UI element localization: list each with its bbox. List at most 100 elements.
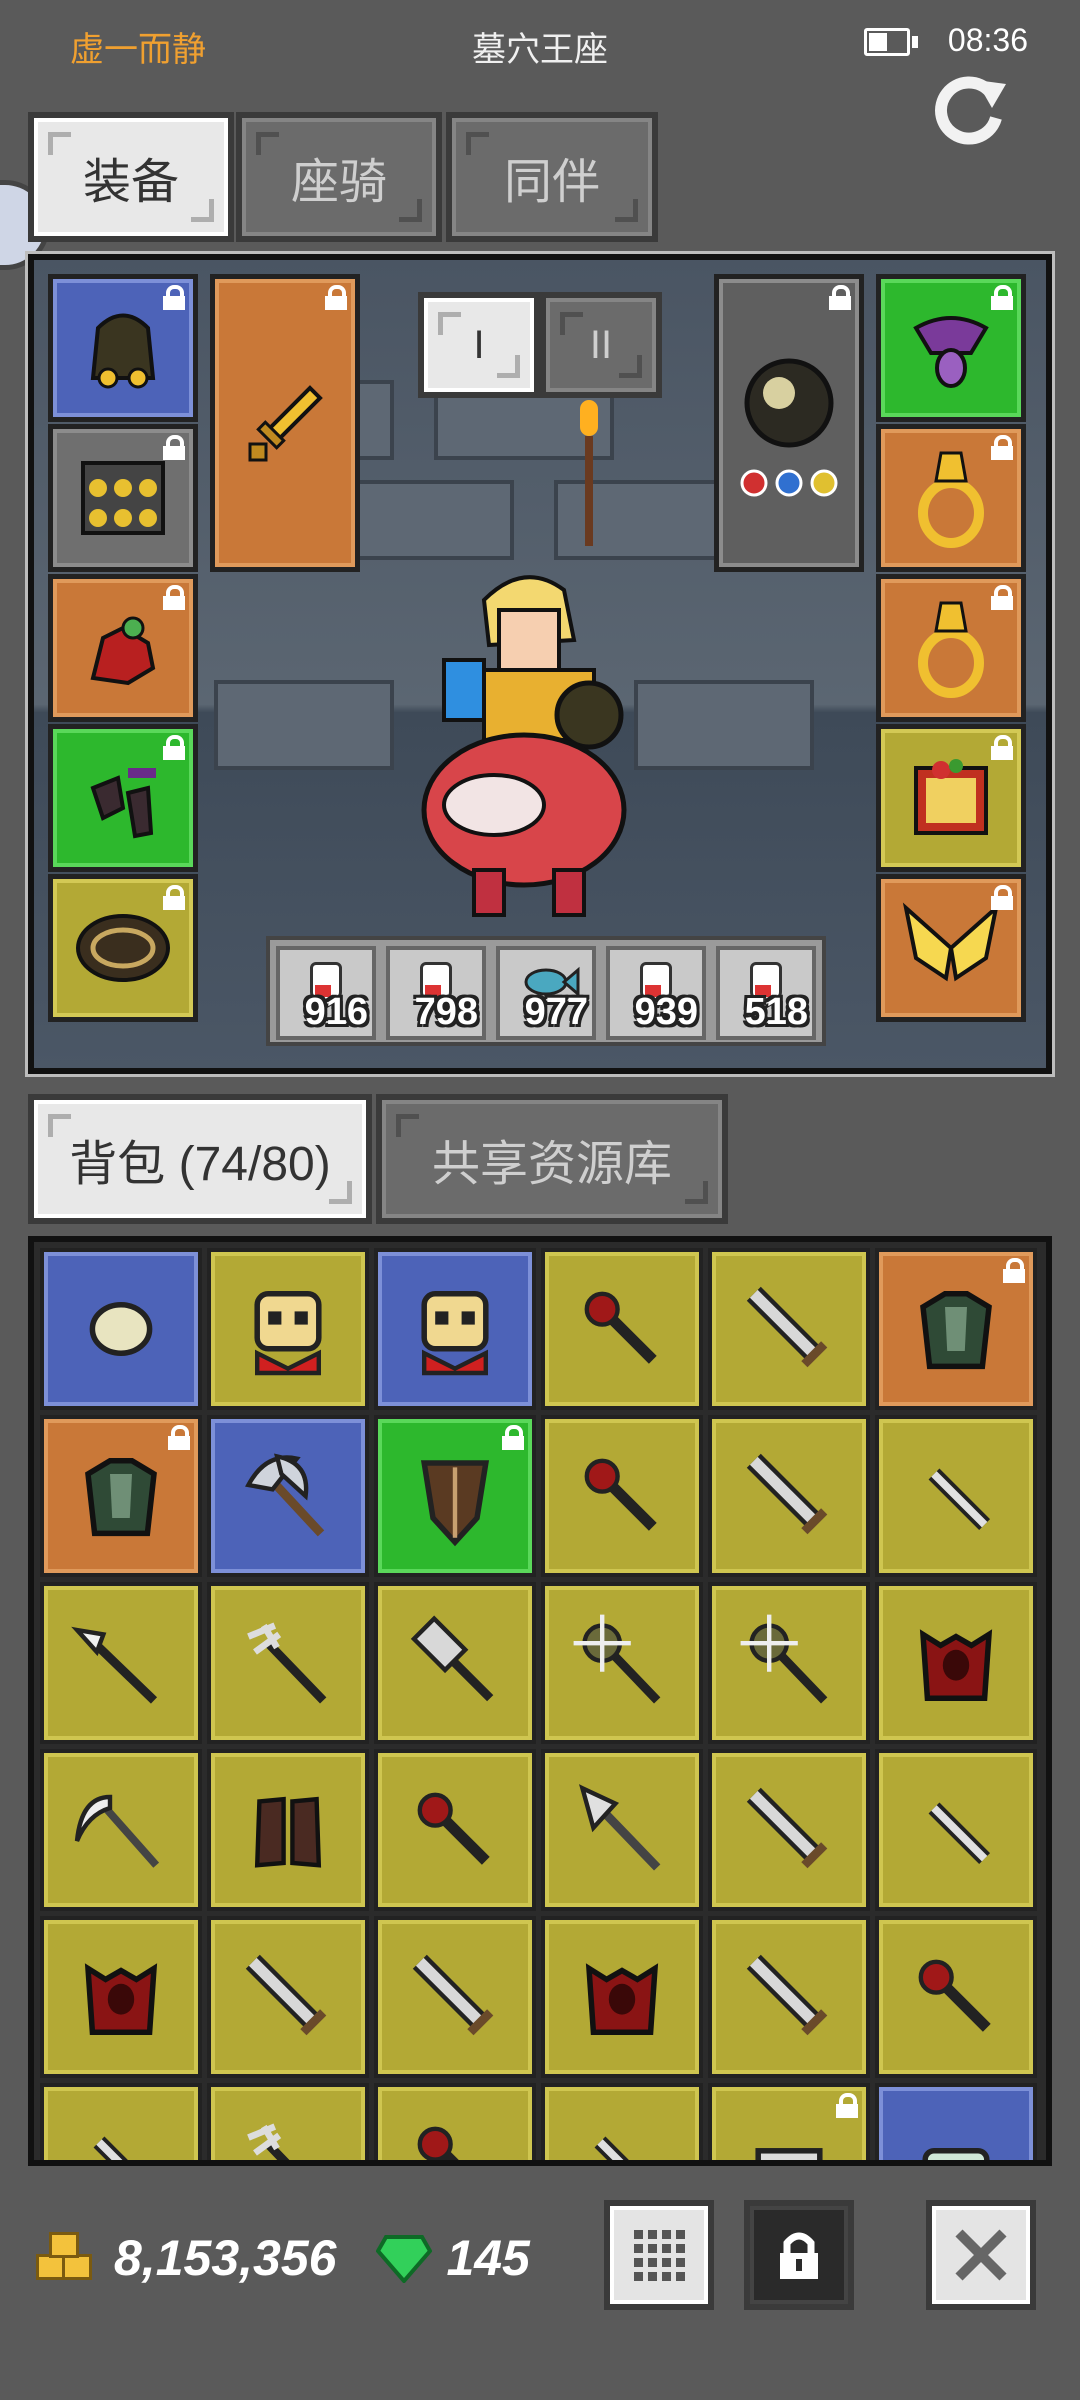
quick-slot-1[interactable]: 916 (276, 946, 376, 1040)
equip-slot-wings[interactable] (876, 874, 1026, 1022)
equipment-scene: I II 916 798 977 939 518 (25, 251, 1055, 1077)
inventory-slot[interactable] (207, 1248, 369, 1410)
equip-slot-ring-2[interactable] (876, 574, 1026, 722)
inventory-slot[interactable] (374, 1582, 536, 1744)
equip-slot-amulet[interactable] (876, 274, 1026, 422)
tab-companion-label: 同伴 (503, 156, 600, 209)
armor-icon (85, 1458, 157, 1537)
book-icon (914, 759, 988, 835)
inventory-slot[interactable] (374, 1248, 536, 1410)
shield-icon (420, 1460, 490, 1547)
knife-icon (928, 1468, 991, 1531)
tab-shared-storage[interactable]: 共享资源库 (376, 1094, 728, 1224)
equip-slot-armor[interactable] (48, 424, 198, 572)
inventory-slot[interactable] (207, 1916, 369, 2078)
inventory-slot[interactable] (875, 1582, 1037, 1744)
clock: 08:36 (947, 22, 1028, 58)
inventory-slot[interactable] (40, 2083, 202, 2160)
boots-icon (90, 768, 156, 839)
battery-icon (864, 28, 910, 56)
equip-slot-belt[interactable] (48, 874, 198, 1022)
inventory-slot[interactable] (374, 2083, 536, 2160)
quick-slot-5[interactable]: 518 (716, 946, 816, 1040)
lock-icon (163, 435, 185, 460)
skull-icon (421, 1291, 489, 1376)
hood-icon (90, 313, 156, 389)
lock-icon (991, 435, 1013, 460)
equip-slot-off-hand[interactable] (714, 274, 864, 572)
brick (214, 680, 394, 770)
equip-slot-book[interactable] (876, 724, 1026, 872)
sword-icon (746, 1787, 828, 1869)
inventory-slot[interactable] (708, 2083, 870, 2160)
grid-icon (633, 2229, 685, 2281)
refresh-icon[interactable] (930, 70, 1010, 150)
inventory-slot[interactable] (875, 1916, 1037, 2078)
gem-icon (375, 2233, 433, 2285)
currency-bar: 8,153,356 145 (36, 2218, 530, 2298)
hammer-icon (410, 1615, 494, 1702)
equip-slot-ring-1[interactable] (876, 424, 1026, 572)
sword-icon (412, 1954, 494, 2036)
close-button[interactable] (926, 2200, 1036, 2310)
quick-slot-4[interactable]: 939 (606, 946, 706, 1040)
morningstar-icon (573, 1614, 661, 1704)
sort-grid-button[interactable] (604, 2200, 714, 2310)
orb-icon (740, 358, 838, 497)
inventory-slot[interactable] (207, 1415, 369, 1577)
inventory-slot[interactable] (374, 1916, 536, 2078)
lock-icon (168, 1425, 190, 1450)
weapon-set-2-label: II (589, 322, 613, 367)
inventory-slot[interactable] (374, 1415, 536, 1577)
inventory-slot[interactable] (207, 1582, 369, 1744)
inventory-slot[interactable] (40, 1415, 202, 1577)
inventory-slot[interactable] (374, 1749, 536, 1911)
stone-icon (89, 1302, 153, 1356)
lock-icon (829, 285, 851, 310)
inventory-slot[interactable] (875, 1415, 1037, 1577)
inventory-slot[interactable] (708, 1582, 870, 1744)
lock-icon (991, 885, 1013, 910)
lock-icon (1003, 1258, 1025, 1283)
inventory-slot[interactable] (875, 1749, 1037, 1911)
inventory-slot[interactable] (541, 1415, 703, 1577)
tab-companion[interactable]: 同伴 (446, 112, 658, 242)
weapon-set-2-button[interactable]: II (540, 292, 662, 398)
lock-icon (163, 285, 185, 310)
equip-slot-main-hand[interactable] (210, 274, 360, 572)
demon-armor-icon (585, 1963, 659, 2035)
inventory-slot[interactable] (708, 1916, 870, 2078)
equip-slot-gloves[interactable] (48, 574, 198, 722)
inventory-slot[interactable] (541, 1916, 703, 2078)
inventory-slot[interactable] (541, 1582, 703, 1744)
inventory-slot[interactable] (40, 1749, 202, 1911)
inventory-slot[interactable] (40, 1582, 202, 1744)
inventory-slot[interactable] (708, 1248, 870, 1410)
inventory-slot[interactable] (708, 1415, 870, 1577)
inventory-slot[interactable] (875, 1248, 1037, 1410)
weapon-set-1-button[interactable]: I (418, 292, 540, 398)
inventory-slot[interactable] (207, 2083, 369, 2160)
inventory-slot[interactable] (40, 1248, 202, 1410)
equip-slot-helmet[interactable] (48, 274, 198, 422)
sword-icon (245, 1954, 327, 2036)
axe-icon (245, 1453, 325, 1537)
equip-slot-boots[interactable] (48, 724, 198, 872)
tab-equipment[interactable]: 装备 (28, 112, 234, 242)
quick-slot-2[interactable]: 798 (386, 946, 486, 1040)
inventory-slot[interactable] (875, 2083, 1037, 2160)
inventory-slot[interactable] (708, 1749, 870, 1911)
inventory-slot[interactable] (40, 1916, 202, 2078)
lock-icon (991, 585, 1013, 610)
boots-icon (254, 1796, 322, 1868)
quick-slot-3[interactable]: 977 (496, 946, 596, 1040)
lock-toggle-button[interactable] (744, 2200, 854, 2310)
inventory-slot[interactable] (541, 1749, 703, 1911)
inventory-slot[interactable] (541, 1248, 703, 1410)
tab-backpack[interactable]: 背包 (74/80) (28, 1094, 372, 1224)
ring-icon (918, 601, 984, 698)
inventory-slot[interactable] (207, 1749, 369, 1911)
tab-mount[interactable]: 座骑 (236, 112, 442, 242)
mace-icon (584, 1458, 657, 1531)
inventory-slot[interactable] (541, 2083, 703, 2160)
